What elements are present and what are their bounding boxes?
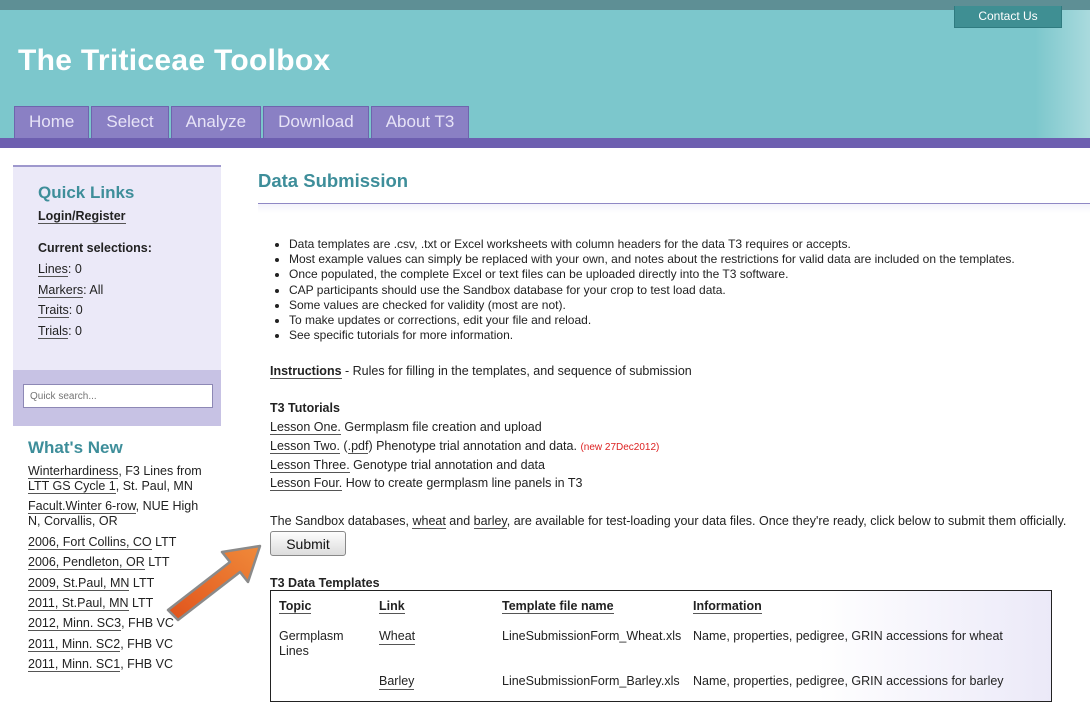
lesson-four-link[interactable]: Lesson Four. — [270, 476, 343, 491]
table-cell: Germplasm Lines — [279, 629, 344, 658]
whats-new-item: 2011, Minn. SC1, FHB VC — [28, 657, 173, 672]
lines-link[interactable]: Lines — [38, 262, 68, 277]
tutorial-item: Lesson Three. Genotype trial annotation … — [270, 458, 545, 473]
column-header: Information — [693, 599, 762, 614]
site-title: The Triticeae Toolbox — [18, 44, 331, 77]
lesson-two-link[interactable]: Lesson Two. — [270, 439, 340, 454]
table-cell: Name, properties, pedigree, GRIN accessi… — [693, 629, 1003, 643]
whats-new-item: Facult.Winter 6-row, NUE High N, Corvall… — [28, 499, 199, 528]
submit-button[interactable]: Submit — [270, 531, 346, 556]
list-item: To make updates or corrections, edit you… — [289, 313, 1015, 328]
column-header: Template file name — [502, 599, 614, 614]
login-register-link[interactable]: Login/Register — [38, 209, 126, 224]
top-strip — [0, 0, 1090, 10]
tutorials-heading: T3 Tutorials — [270, 401, 340, 415]
trials-link[interactable]: Trials — [38, 324, 69, 339]
instructions-line: Instructions - Rules for filling in the … — [270, 364, 692, 379]
current-selections-label: Current selections: — [38, 241, 152, 255]
templates-heading: T3 Data Templates — [270, 576, 380, 590]
nav-tab-analyze[interactable]: Analyze — [170, 106, 262, 138]
sandbox-barley-link[interactable]: barley — [473, 514, 507, 529]
nav-tab-home[interactable]: Home — [14, 106, 90, 138]
nav-tab-about[interactable]: About T3 — [370, 106, 470, 138]
selection-traits: Traits: 0 — [38, 303, 83, 318]
info-bullet-list: Data templates are .csv, .txt or Excel w… — [289, 237, 1015, 343]
lesson-one-link[interactable]: Lesson One. — [270, 420, 341, 435]
list-item: Some values are checked for validity (mo… — [289, 298, 1015, 313]
selection-lines: Lines: 0 — [38, 262, 82, 277]
selection-trials: Trials: 0 — [38, 324, 82, 339]
table-cell: LineSubmissionForm_Barley.xls — [502, 674, 680, 688]
new-badge: (new 27Dec2012) — [580, 442, 660, 453]
tutorial-item: Lesson Four. How to create germplasm lin… — [270, 476, 583, 491]
tutorial-item: Lesson Two. (.pdf) Phenotype trial annot… — [270, 439, 660, 454]
table-cell: LineSubmissionForm_Wheat.xls — [502, 629, 682, 643]
markers-link[interactable]: Markers — [38, 283, 84, 298]
selection-markers: Markers: All — [38, 283, 104, 298]
annotation-arrow-icon — [166, 544, 262, 622]
column-header: Topic — [279, 599, 312, 614]
quick-search-input[interactable] — [23, 384, 213, 408]
page-title: Data Submission — [258, 170, 409, 191]
contact-us-button[interactable]: Contact Us — [954, 6, 1062, 28]
list-item: Once populated, the complete Excel or te… — [289, 267, 1015, 282]
list-item: Data templates are .csv, .txt or Excel w… — [289, 237, 1015, 252]
column-header: Link — [379, 599, 405, 614]
content-top-border — [258, 203, 1090, 213]
sandbox-wheat-link[interactable]: wheat — [412, 514, 446, 529]
header-highlight — [1035, 10, 1090, 138]
quick-links-panel: Quick Links Login/Register Current selec… — [13, 165, 221, 370]
sandbox-note: The Sandbox databases, wheat and barley,… — [270, 514, 1067, 529]
whats-new-item: 2011, Minn. SC2, FHB VC — [28, 637, 173, 652]
nav-tab-download[interactable]: Download — [263, 106, 369, 138]
quick-search-panel — [13, 370, 221, 426]
list-item: CAP participants should use the Sandbox … — [289, 283, 1015, 298]
whats-new-item: Winterhardiness, F3 Lines from LTT GS Cy… — [28, 464, 202, 494]
nav-tab-select[interactable]: Select — [91, 106, 169, 138]
whats-new-title: What's New — [28, 438, 123, 457]
tutorial-item: Lesson One. Germplasm file creation and … — [270, 420, 542, 435]
main-nav: Home Select Analyze Download About T3 — [14, 106, 471, 138]
quick-links-title: Quick Links — [38, 183, 135, 202]
template-wheat-link[interactable]: Wheat — [379, 629, 416, 645]
list-item: See specific tutorials for more informat… — [289, 328, 1015, 343]
traits-link[interactable]: Traits — [38, 303, 69, 318]
templates-table: Topic Link Template file name Informatio… — [270, 590, 1052, 702]
instructions-link[interactable]: Instructions — [270, 364, 342, 379]
template-barley-link[interactable]: Barley — [379, 674, 415, 690]
nav-underline — [0, 138, 1090, 148]
lesson-two-pdf-link[interactable]: .pdf — [347, 439, 369, 454]
lesson-three-link[interactable]: Lesson Three. — [270, 458, 350, 473]
table-cell: Name, properties, pedigree, GRIN accessi… — [693, 674, 1004, 688]
list-item: Most example values can simply be replac… — [289, 252, 1015, 267]
